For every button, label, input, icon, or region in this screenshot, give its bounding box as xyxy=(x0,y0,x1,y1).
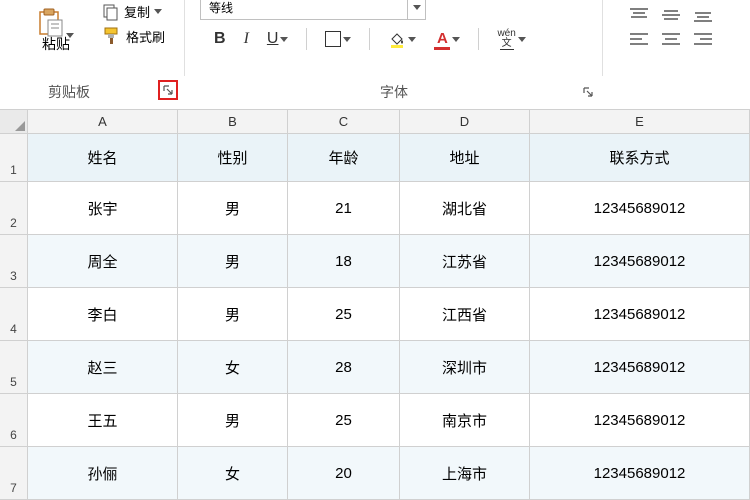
launcher-icon xyxy=(162,84,174,96)
table-header-cell[interactable]: 地址 xyxy=(400,134,530,182)
format-painter-label: 格式刷 xyxy=(126,27,165,46)
table-cell[interactable]: 赵三 xyxy=(28,341,178,394)
table-cell[interactable]: 南京市 xyxy=(400,394,530,447)
fill-color-button[interactable] xyxy=(388,30,416,48)
align-right-button[interactable] xyxy=(692,30,714,48)
clipboard-dialog-launcher[interactable] xyxy=(158,80,178,100)
caret-down-icon xyxy=(280,37,288,42)
divider xyxy=(306,28,307,50)
copy-button[interactable]: 复制 xyxy=(102,2,162,21)
table-cell[interactable]: 12345689012 xyxy=(530,182,750,235)
caret-down-icon xyxy=(154,9,162,14)
table-cell[interactable]: 12345689012 xyxy=(530,235,750,288)
column-header[interactable]: C xyxy=(288,110,400,134)
table-cell[interactable]: 女 xyxy=(178,341,288,394)
table-cell[interactable]: 男 xyxy=(178,182,288,235)
caret-down-icon xyxy=(408,37,416,42)
table-cell[interactable]: 江西省 xyxy=(400,288,530,341)
align-top-button[interactable] xyxy=(628,6,650,24)
font-color-button[interactable]: A xyxy=(434,30,460,48)
table-cell[interactable]: 李白 xyxy=(28,288,178,341)
launcher-icon xyxy=(582,86,594,98)
select-all-corner[interactable] xyxy=(0,110,28,134)
format-painter-icon xyxy=(102,26,122,46)
row-header[interactable]: 6 xyxy=(0,394,28,447)
table-cell[interactable]: 18 xyxy=(288,235,400,288)
alignment-group xyxy=(616,0,746,48)
caret-down-icon xyxy=(343,37,351,42)
spreadsheet-grid[interactable]: ABCDE1姓名性别年龄地址联系方式2张宇男21湖北省123456890123周… xyxy=(0,110,750,500)
column-header[interactable]: E xyxy=(530,110,750,134)
ribbon: 粘贴 复制 格式刷 等线 B I U xyxy=(0,0,750,110)
font-name-value: 等线 xyxy=(209,0,233,16)
font-dialog-launcher[interactable] xyxy=(578,82,598,102)
table-cell[interactable]: 张宇 xyxy=(28,182,178,235)
table-cell[interactable]: 深圳市 xyxy=(400,341,530,394)
italic-button[interactable]: I xyxy=(244,30,249,48)
table-cell[interactable]: 周全 xyxy=(28,235,178,288)
column-header[interactable]: D xyxy=(400,110,530,134)
phonetic-guide-button[interactable]: wén 文 xyxy=(497,29,525,50)
group-divider xyxy=(602,0,603,76)
column-header[interactable]: A xyxy=(28,110,178,134)
group-divider xyxy=(184,0,185,76)
align-middle-button[interactable] xyxy=(660,6,682,24)
table-cell[interactable]: 25 xyxy=(288,394,400,447)
row-header[interactable]: 4 xyxy=(0,288,28,341)
table-header-cell[interactable]: 姓名 xyxy=(28,134,178,182)
row-header[interactable]: 7 xyxy=(0,447,28,500)
table-cell[interactable]: 男 xyxy=(178,235,288,288)
table-cell[interactable]: 王五 xyxy=(28,394,178,447)
bold-button[interactable]: B xyxy=(214,30,226,48)
font-group-label: 字体 xyxy=(380,82,408,102)
column-header[interactable]: B xyxy=(178,110,288,134)
border-button[interactable] xyxy=(325,31,351,47)
row-header[interactable]: 1 xyxy=(0,134,28,182)
align-center-button[interactable] xyxy=(660,30,682,48)
table-cell[interactable]: 12345689012 xyxy=(530,394,750,447)
divider xyxy=(478,28,479,50)
table-header-cell[interactable]: 年龄 xyxy=(288,134,400,182)
row-header[interactable]: 3 xyxy=(0,235,28,288)
table-header-cell[interactable]: 联系方式 xyxy=(530,134,750,182)
clipboard-group-label: 剪贴板 xyxy=(48,82,90,102)
paste-label: 粘贴 xyxy=(42,34,70,54)
align-left-button[interactable] xyxy=(628,30,650,48)
font-group: 等线 B I U A wén xyxy=(200,0,600,76)
copy-icon xyxy=(102,3,120,21)
row-header[interactable]: 5 xyxy=(0,341,28,394)
table-cell[interactable]: 20 xyxy=(288,447,400,500)
table-cell[interactable]: 江苏省 xyxy=(400,235,530,288)
clipboard-group: 粘贴 复制 格式刷 xyxy=(18,0,178,76)
divider xyxy=(369,28,370,50)
table-cell[interactable]: 上海市 xyxy=(400,447,530,500)
table-cell[interactable]: 孙俪 xyxy=(28,447,178,500)
font-name-dropdown[interactable]: 等线 xyxy=(200,0,426,20)
table-cell[interactable]: 21 xyxy=(288,182,400,235)
table-cell[interactable]: 男 xyxy=(178,288,288,341)
row-header[interactable]: 2 xyxy=(0,182,28,235)
table-cell[interactable]: 12345689012 xyxy=(530,341,750,394)
caret-down-icon xyxy=(413,5,421,10)
underline-button[interactable]: U xyxy=(267,30,289,48)
table-cell[interactable]: 25 xyxy=(288,288,400,341)
fill-bucket-icon xyxy=(388,30,406,48)
table-cell[interactable]: 12345689012 xyxy=(530,447,750,500)
caret-down-icon xyxy=(518,37,526,42)
table-cell[interactable]: 女 xyxy=(178,447,288,500)
format-painter-button[interactable]: 格式刷 xyxy=(102,26,165,46)
table-cell[interactable]: 12345689012 xyxy=(530,288,750,341)
font-color-swatch xyxy=(434,47,450,50)
table-cell[interactable]: 28 xyxy=(288,341,400,394)
paste-button[interactable]: 粘贴 xyxy=(38,8,74,54)
table-cell[interactable]: 男 xyxy=(178,394,288,447)
table-cell[interactable]: 湖北省 xyxy=(400,182,530,235)
align-bottom-button[interactable] xyxy=(692,6,714,24)
caret-down-icon xyxy=(452,37,460,42)
table-header-cell[interactable]: 性别 xyxy=(178,134,288,182)
copy-label: 复制 xyxy=(124,2,150,21)
border-icon xyxy=(325,31,341,47)
